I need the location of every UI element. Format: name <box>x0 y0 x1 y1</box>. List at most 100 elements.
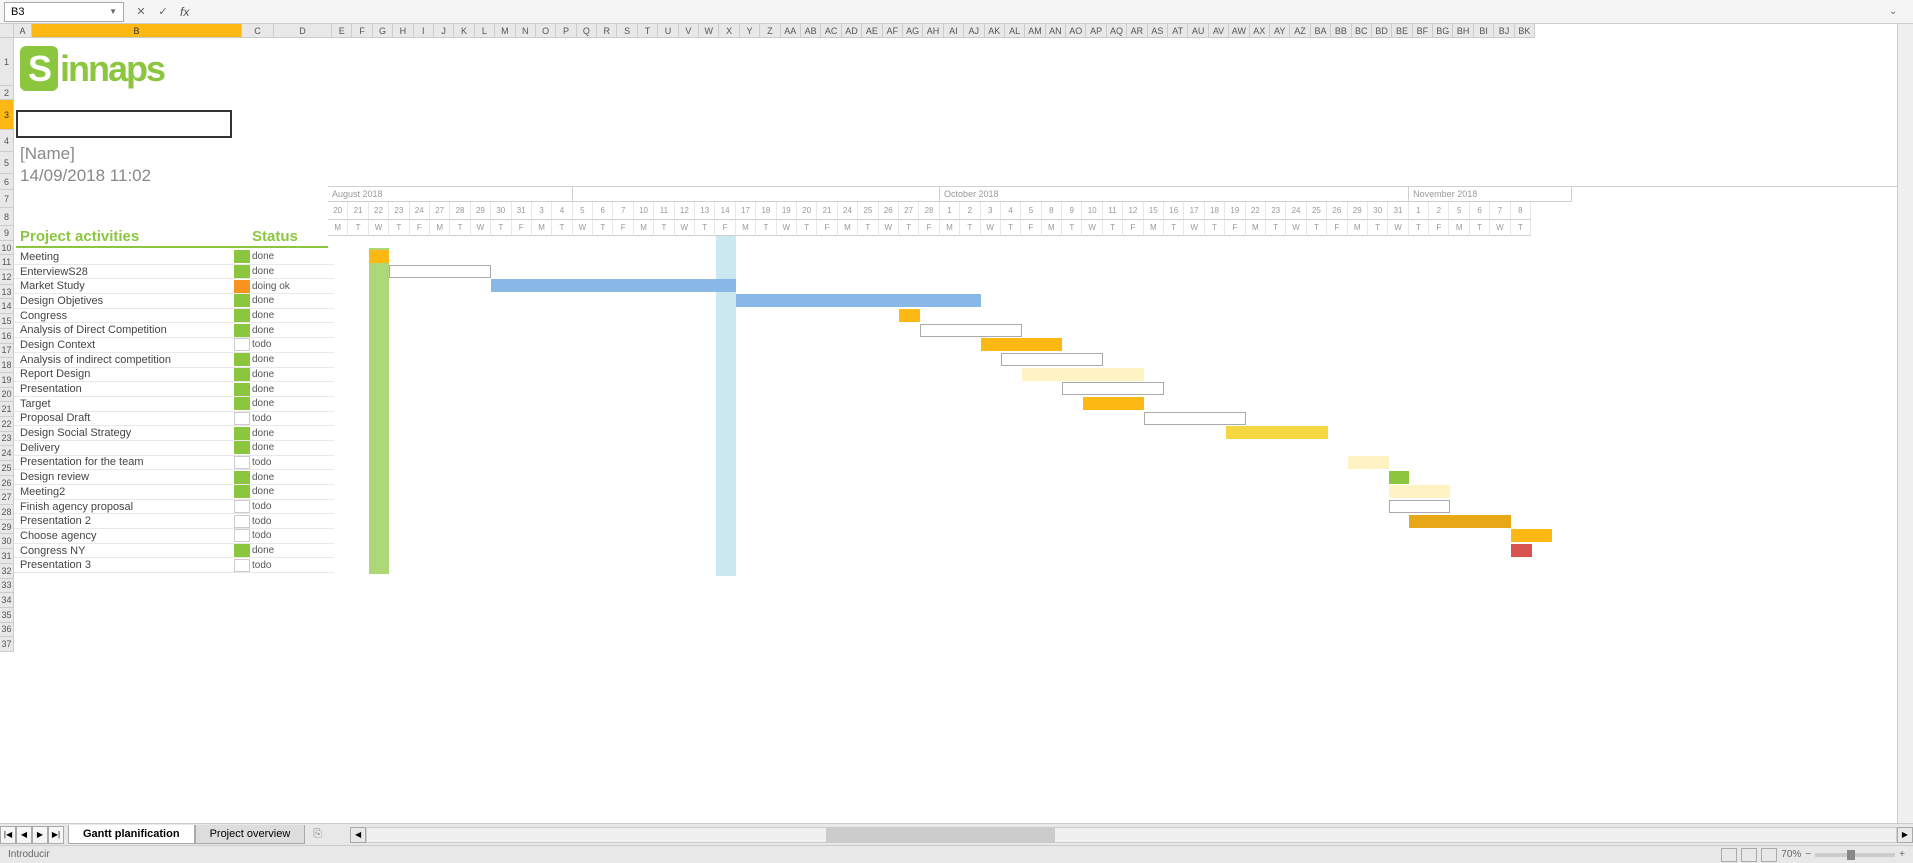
view-layout-icon[interactable] <box>1741 848 1757 862</box>
col-header-F[interactable]: F <box>352 24 372 38</box>
row-header-23[interactable]: 23 <box>0 432 14 447</box>
gantt-bar[interactable] <box>1511 544 1531 557</box>
col-header-L[interactable]: L <box>475 24 495 38</box>
col-header-AD[interactable]: AD <box>842 24 862 38</box>
col-header-T[interactable]: T <box>638 24 658 38</box>
col-header-V[interactable]: V <box>679 24 699 38</box>
sheet-content[interactable]: Sinnaps [Name] 14/09/2018 11:02 Project … <box>14 38 1897 823</box>
col-header-AM[interactable]: AM <box>1025 24 1045 38</box>
row-header-28[interactable]: 28 <box>0 505 14 520</box>
gantt-bar[interactable] <box>1083 397 1144 410</box>
select-all-corner[interactable] <box>0 24 14 38</box>
col-header-I[interactable]: I <box>414 24 434 38</box>
row-header-25[interactable]: 25 <box>0 461 14 476</box>
row-header-11[interactable]: 11 <box>0 255 14 270</box>
col-header-BE[interactable]: BE <box>1392 24 1412 38</box>
sheet-tab[interactable]: Gantt planification <box>68 825 195 844</box>
activity-row[interactable]: Presentation 2 todo <box>14 514 334 529</box>
row-header-34[interactable]: 34 <box>0 593 14 608</box>
col-header-BF[interactable]: BF <box>1413 24 1433 38</box>
gantt-bar[interactable] <box>1022 368 1144 381</box>
activity-row[interactable]: Target done <box>14 397 334 412</box>
gantt-bar[interactable] <box>736 294 981 307</box>
col-header-AQ[interactable]: AQ <box>1107 24 1127 38</box>
gantt-bar[interactable] <box>389 265 491 278</box>
fx-icon[interactable]: fx <box>180 5 189 19</box>
row-header-30[interactable]: 30 <box>0 534 14 549</box>
row-header-10[interactable]: 10 <box>0 241 14 256</box>
row-header-37[interactable]: 37 <box>0 637 14 652</box>
row-header-32[interactable]: 32 <box>0 564 14 579</box>
row-header-8[interactable]: 8 <box>0 208 14 226</box>
row-header-31[interactable]: 31 <box>0 549 14 564</box>
row-header-22[interactable]: 22 <box>0 417 14 432</box>
col-header-BD[interactable]: BD <box>1372 24 1392 38</box>
gantt-bar[interactable] <box>1409 515 1511 528</box>
col-header-E[interactable]: E <box>332 24 352 38</box>
col-header-A[interactable]: A <box>14 24 32 38</box>
gantt-bar[interactable] <box>1001 353 1103 366</box>
activity-row[interactable]: Delivery done <box>14 441 334 456</box>
col-header-AW[interactable]: AW <box>1229 24 1249 38</box>
col-header-AB[interactable]: AB <box>801 24 821 38</box>
zoom-thumb[interactable] <box>1847 850 1855 860</box>
col-header-AP[interactable]: AP <box>1086 24 1106 38</box>
row-header-27[interactable]: 27 <box>0 490 14 505</box>
col-header-W[interactable]: W <box>699 24 719 38</box>
row-header-20[interactable]: 20 <box>0 388 14 403</box>
row-header-15[interactable]: 15 <box>0 314 14 329</box>
insert-sheet-icon[interactable]: ⎘ <box>305 825 330 844</box>
row-header-19[interactable]: 19 <box>0 373 14 388</box>
activity-row[interactable]: Presentation for the team todo <box>14 456 334 471</box>
row-header-36[interactable]: 36 <box>0 623 14 638</box>
col-header-AJ[interactable]: AJ <box>964 24 984 38</box>
activity-row[interactable]: Design Context todo <box>14 338 334 353</box>
activity-row[interactable]: Meeting2 done <box>14 485 334 500</box>
gantt-bar[interactable] <box>1062 382 1164 395</box>
col-header-BC[interactable]: BC <box>1352 24 1372 38</box>
gantt-bar[interactable] <box>920 324 1022 337</box>
col-header-AR[interactable]: AR <box>1127 24 1147 38</box>
vertical-scrollbar[interactable] <box>1897 24 1913 823</box>
col-header-P[interactable]: P <box>556 24 576 38</box>
col-header-BJ[interactable]: BJ <box>1494 24 1514 38</box>
col-header-AY[interactable]: AY <box>1270 24 1290 38</box>
col-header-S[interactable]: S <box>617 24 637 38</box>
row-header-7[interactable]: 7 <box>0 190 14 208</box>
col-header-AS[interactable]: AS <box>1148 24 1168 38</box>
cancel-icon[interactable]: ✕ <box>132 3 150 21</box>
col-header-B[interactable]: B <box>32 24 242 38</box>
col-header-J[interactable]: J <box>434 24 454 38</box>
hscroll-thumb[interactable] <box>826 828 1055 842</box>
name-box-dropdown-icon[interactable]: ▼ <box>109 7 117 16</box>
col-header-AA[interactable]: AA <box>781 24 801 38</box>
row-header-5[interactable]: 5 <box>0 152 14 174</box>
activity-row[interactable]: Market Study doing ok <box>14 279 334 294</box>
col-header-O[interactable]: O <box>536 24 556 38</box>
col-header-AU[interactable]: AU <box>1188 24 1208 38</box>
row-header-29[interactable]: 29 <box>0 520 14 535</box>
col-header-AC[interactable]: AC <box>821 24 841 38</box>
row-header-13[interactable]: 13 <box>0 285 14 300</box>
activity-row[interactable]: Design Objetives done <box>14 294 334 309</box>
col-header-AG[interactable]: AG <box>903 24 923 38</box>
col-header-AL[interactable]: AL <box>1005 24 1025 38</box>
col-header-AV[interactable]: AV <box>1209 24 1229 38</box>
col-header-H[interactable]: H <box>393 24 413 38</box>
row-header-17[interactable]: 17 <box>0 344 14 359</box>
zoom-level[interactable]: 70% <box>1781 849 1801 860</box>
gantt-bar[interactable] <box>1144 412 1246 425</box>
row-header-33[interactable]: 33 <box>0 579 14 594</box>
col-header-U[interactable]: U <box>658 24 678 38</box>
activity-row[interactable]: Meeting done <box>14 250 334 265</box>
gantt-bar[interactable] <box>1348 456 1389 469</box>
selected-cell-b3[interactable] <box>16 110 232 138</box>
row-header-26[interactable]: 26 <box>0 476 14 491</box>
row-header-4[interactable]: 4 <box>0 130 14 152</box>
row-header-14[interactable]: 14 <box>0 299 14 314</box>
activity-row[interactable]: Congress done <box>14 309 334 324</box>
view-pagebreak-icon[interactable] <box>1761 848 1777 862</box>
activity-row[interactable]: Design Social Strategy done <box>14 426 334 441</box>
col-header-AK[interactable]: AK <box>985 24 1005 38</box>
hscroll-track[interactable] <box>366 827 1897 843</box>
